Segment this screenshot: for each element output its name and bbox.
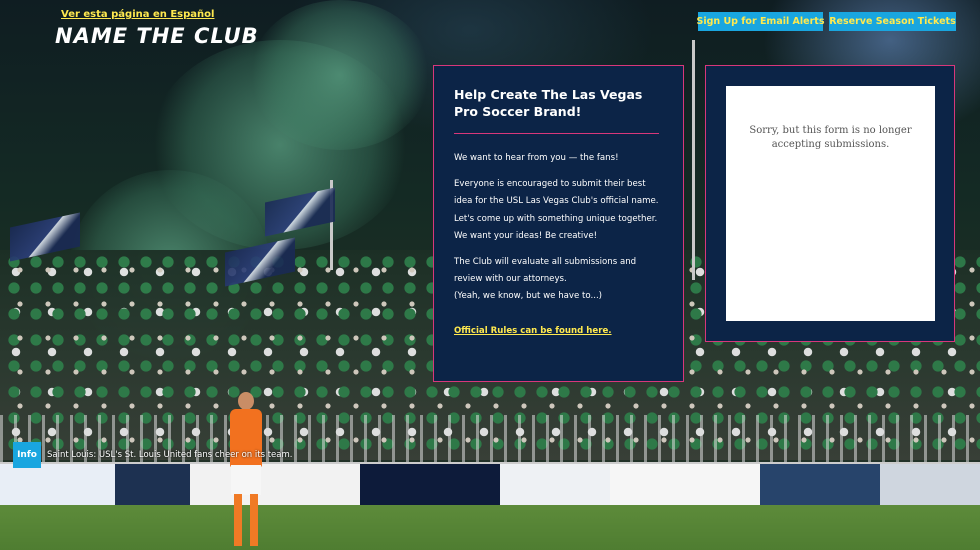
info-panel: Help Create The Las Vegas Pro Soccer Bra… <box>433 65 684 382</box>
photo-caption: Saint Louis: USL's St. Louis United fans… <box>47 450 293 460</box>
season-tickets-button[interactable]: Reserve Season Tickets <box>829 12 956 31</box>
body-paragraph: Everyone is encouraged to submit their b… <box>454 179 659 241</box>
pitch <box>0 505 980 550</box>
evaluation-paragraph: The Club will evaluate all submissions a… <box>454 257 637 285</box>
advertising-boards <box>0 462 980 508</box>
submission-form-panel: Sorry, but this form is no longer accept… <box>705 65 955 342</box>
spanish-language-link[interactable]: Ver esta página en Español <box>61 9 214 20</box>
form-closed-message: Sorry, but this form is no longer accept… <box>749 125 912 150</box>
flag-pole <box>692 40 695 280</box>
intro-paragraph: We want to hear from you — the fans! <box>454 153 619 163</box>
official-rules-link[interactable]: Official Rules can be found here. <box>454 323 663 340</box>
green-smoke <box>250 0 430 150</box>
email-alerts-button[interactable]: Sign Up for Email Alerts <box>697 12 825 31</box>
player <box>226 392 266 550</box>
aside-paragraph: (Yeah, we know, but we have to...) <box>454 291 603 302</box>
panel-title: Help Create The Las Vegas Pro Soccer Bra… <box>454 87 643 119</box>
divider <box>454 133 659 134</box>
site-logo[interactable]: NAME THE CLUB <box>55 24 259 48</box>
embedded-form: Sorry, but this form is no longer accept… <box>726 86 935 321</box>
info-badge[interactable]: Info <box>13 442 41 468</box>
